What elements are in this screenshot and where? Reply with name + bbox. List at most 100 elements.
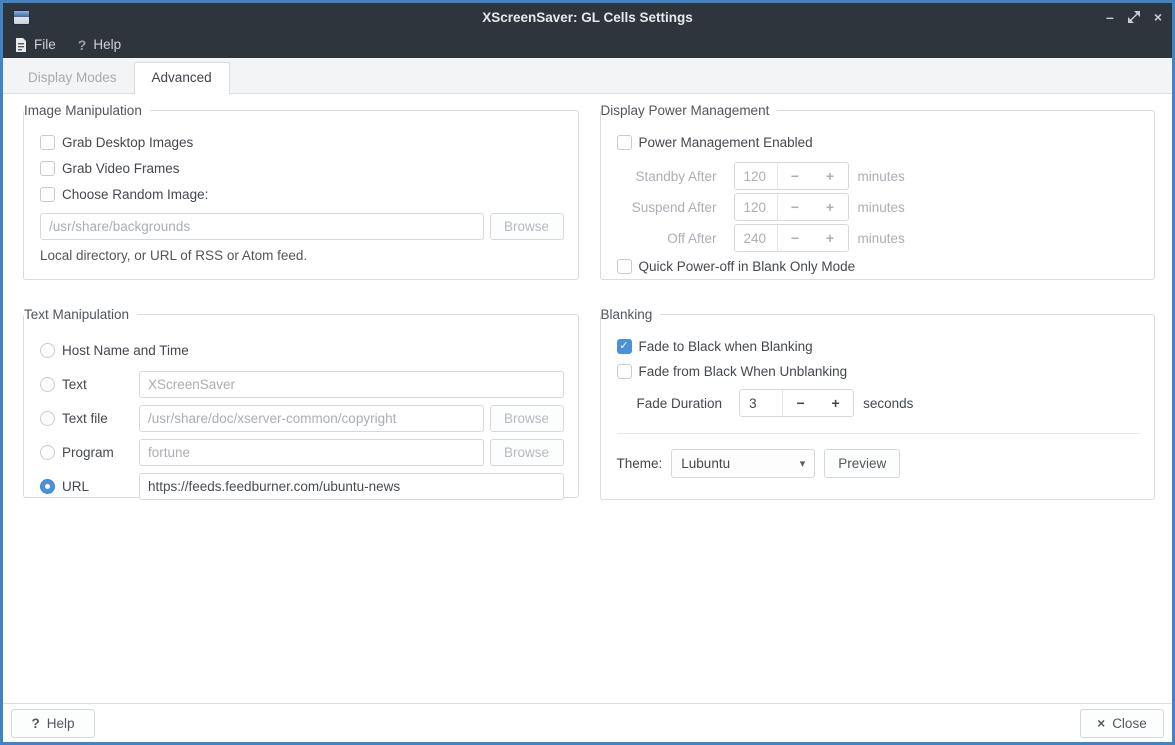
- group-title-blanking: Blanking: [601, 306, 661, 323]
- standby-increment-button[interactable]: +: [813, 163, 848, 189]
- blanking-group: Blanking ✓ Fade to Black when Blanking ✓…: [600, 314, 1156, 500]
- group-title-power-management: Display Power Management: [601, 102, 778, 119]
- tab-advanced[interactable]: Advanced: [134, 62, 230, 94]
- close-button-label: Close: [1112, 716, 1147, 731]
- text-file-row: Text file Browse: [40, 404, 564, 432]
- fade-duration-value[interactable]: 3: [740, 390, 783, 416]
- standby-after-label: Standby After: [617, 169, 717, 184]
- grab-desktop-row: ✓ Grab Desktop Images: [40, 135, 564, 150]
- program-browse-button[interactable]: Browse: [490, 439, 564, 466]
- url-row: URL: [40, 472, 564, 500]
- close-icon: ×: [1097, 716, 1105, 731]
- standby-decrement-button[interactable]: −: [778, 163, 813, 189]
- suspend-after-value[interactable]: 120: [735, 194, 778, 220]
- grab-desktop-label: Grab Desktop Images: [62, 135, 193, 150]
- url-radio[interactable]: [40, 479, 55, 494]
- off-after-label: Off After: [617, 231, 717, 246]
- choose-random-checkbox[interactable]: ✓: [40, 187, 55, 202]
- text-file-browse-button[interactable]: Browse: [490, 405, 564, 432]
- standby-after-spinbox: 120 − +: [734, 162, 849, 190]
- fade-from-black-row: ✓ Fade from Black When Unblanking: [617, 364, 1141, 379]
- right-column: Display Power Management ✓ Power Managem…: [600, 110, 1156, 500]
- help-button[interactable]: ? Help: [11, 709, 95, 738]
- program-row: Program Browse: [40, 438, 564, 466]
- theme-selected-value: Lubuntu: [681, 456, 730, 471]
- tab-display-modes[interactable]: Display Modes: [11, 63, 134, 93]
- fade-duration-increment-button[interactable]: +: [818, 390, 853, 416]
- fade-duration-spinbox: 3 − +: [739, 389, 854, 417]
- grab-desktop-checkbox[interactable]: ✓: [40, 135, 55, 150]
- theme-row: Theme: Lubuntu ▾ Preview: [617, 449, 1141, 478]
- fade-to-black-checkbox[interactable]: ✓: [617, 339, 632, 354]
- fade-duration-row: Fade Duration 3 − + seconds: [617, 389, 1141, 417]
- text-input[interactable]: [139, 371, 564, 398]
- choose-random-label: Choose Random Image:: [62, 187, 208, 202]
- url-label: URL: [62, 479, 89, 494]
- window-controls: – ×: [1106, 10, 1162, 24]
- window-title: XScreenSaver: GL Cells Settings: [3, 10, 1172, 25]
- group-title-text-manipulation: Text Manipulation: [24, 306, 137, 323]
- help-button-label: Help: [47, 716, 75, 731]
- image-directory-input[interactable]: [40, 213, 484, 240]
- close-window-button[interactable]: ×: [1154, 10, 1162, 24]
- off-decrement-button[interactable]: −: [778, 225, 813, 251]
- power-enabled-checkbox[interactable]: ✓: [617, 135, 632, 150]
- fade-duration-unit: seconds: [863, 396, 913, 411]
- text-manipulation-group: Text Manipulation Host Name and Time Tex…: [23, 314, 579, 498]
- suspend-decrement-button[interactable]: −: [778, 194, 813, 220]
- fade-duration-label: Fade Duration: [637, 396, 723, 411]
- left-column: Image Manipulation ✓ Grab Desktop Images…: [23, 110, 579, 498]
- suspend-after-row: Suspend After 120 − + minutes: [617, 193, 1141, 221]
- close-button[interactable]: × Close: [1080, 709, 1164, 738]
- grab-video-label: Grab Video Frames: [62, 161, 180, 176]
- text-file-input[interactable]: [139, 405, 484, 432]
- theme-label: Theme:: [617, 456, 663, 471]
- standby-after-row: Standby After 120 − + minutes: [617, 162, 1141, 190]
- host-name-radio[interactable]: [40, 343, 55, 358]
- off-after-value[interactable]: 240: [735, 225, 778, 251]
- maximize-button[interactable]: [1128, 11, 1140, 23]
- image-directory-browse-button[interactable]: Browse: [490, 213, 564, 240]
- program-input[interactable]: [139, 439, 484, 466]
- chevron-down-icon: ▾: [800, 457, 806, 470]
- menu-file[interactable]: File: [15, 37, 56, 52]
- text-radio[interactable]: [40, 377, 55, 392]
- text-file-label: Text file: [62, 411, 108, 426]
- suspend-increment-button[interactable]: +: [813, 194, 848, 220]
- standby-after-value[interactable]: 120: [735, 163, 778, 189]
- power-enabled-label: Power Management Enabled: [639, 135, 813, 150]
- program-radio[interactable]: [40, 445, 55, 460]
- advanced-tab-content: Image Manipulation ✓ Grab Desktop Images…: [3, 94, 1172, 703]
- grab-video-checkbox[interactable]: ✓: [40, 161, 55, 176]
- power-management-group: Display Power Management ✓ Power Managem…: [600, 110, 1156, 280]
- minimize-button[interactable]: –: [1106, 10, 1114, 24]
- host-name-row: Host Name and Time: [40, 336, 564, 364]
- host-name-label: Host Name and Time: [62, 343, 189, 358]
- blanking-separator: [617, 433, 1141, 434]
- text-file-radio[interactable]: [40, 411, 55, 426]
- fade-duration-decrement-button[interactable]: −: [783, 390, 818, 416]
- suspend-after-label: Suspend After: [617, 200, 717, 215]
- tabbar: Display Modes Advanced: [3, 58, 1172, 94]
- url-input[interactable]: [139, 473, 564, 500]
- group-title-image-manipulation: Image Manipulation: [24, 102, 150, 119]
- program-label: Program: [62, 445, 114, 460]
- quick-poweroff-checkbox[interactable]: ✓: [617, 259, 632, 274]
- titlebar: XScreenSaver: GL Cells Settings – ×: [3, 3, 1172, 31]
- choose-random-row: ✓ Choose Random Image:: [40, 187, 564, 202]
- off-after-spinbox: 240 − +: [734, 224, 849, 252]
- image-directory-caption: Local directory, or URL of RSS or Atom f…: [40, 248, 564, 263]
- off-increment-button[interactable]: +: [813, 225, 848, 251]
- menu-help[interactable]: ? Help: [78, 37, 121, 53]
- suspend-after-spinbox: 120 − +: [734, 193, 849, 221]
- menubar: File ? Help: [3, 31, 1172, 58]
- suspend-after-unit: minutes: [858, 200, 905, 215]
- preview-button[interactable]: Preview: [824, 449, 900, 478]
- question-icon: ?: [78, 37, 87, 53]
- fade-from-black-checkbox[interactable]: ✓: [617, 364, 632, 379]
- document-icon: [15, 38, 27, 52]
- grab-video-row: ✓ Grab Video Frames: [40, 161, 564, 176]
- fade-to-black-label: Fade to Black when Blanking: [639, 339, 813, 354]
- text-row: Text: [40, 370, 564, 398]
- theme-dropdown[interactable]: Lubuntu ▾: [671, 449, 815, 478]
